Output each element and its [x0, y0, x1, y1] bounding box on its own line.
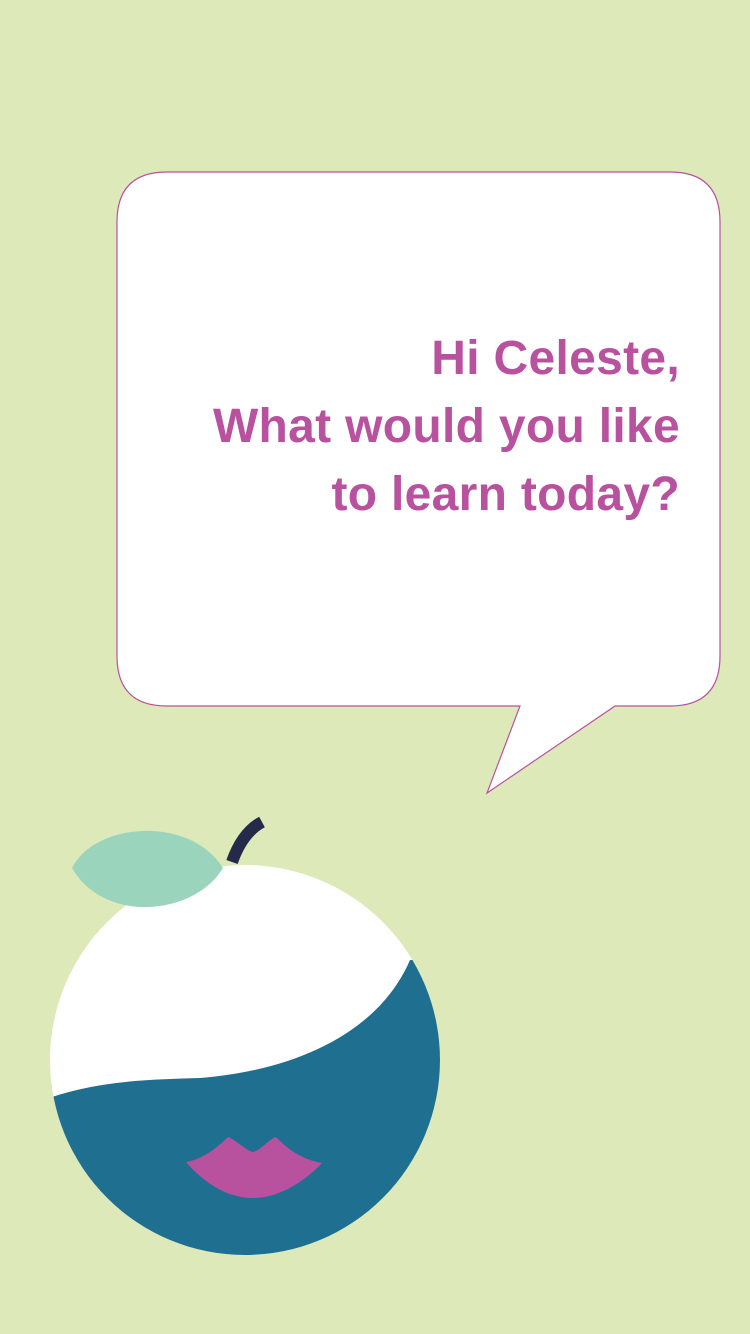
greeting-message: Hi Celeste, What would you like to learn… — [140, 325, 680, 529]
apple-mascot-icon — [50, 816, 440, 1255]
stem-icon — [226, 816, 266, 865]
greeting-line-question: What would you like — [212, 400, 680, 453]
greeting-line-question-end: to learn today? — [331, 468, 680, 521]
greeting-line-name: Hi Celeste, — [431, 332, 680, 385]
assistant-welcome-screen: Hi Celeste, What would you like to learn… — [0, 0, 750, 1334]
